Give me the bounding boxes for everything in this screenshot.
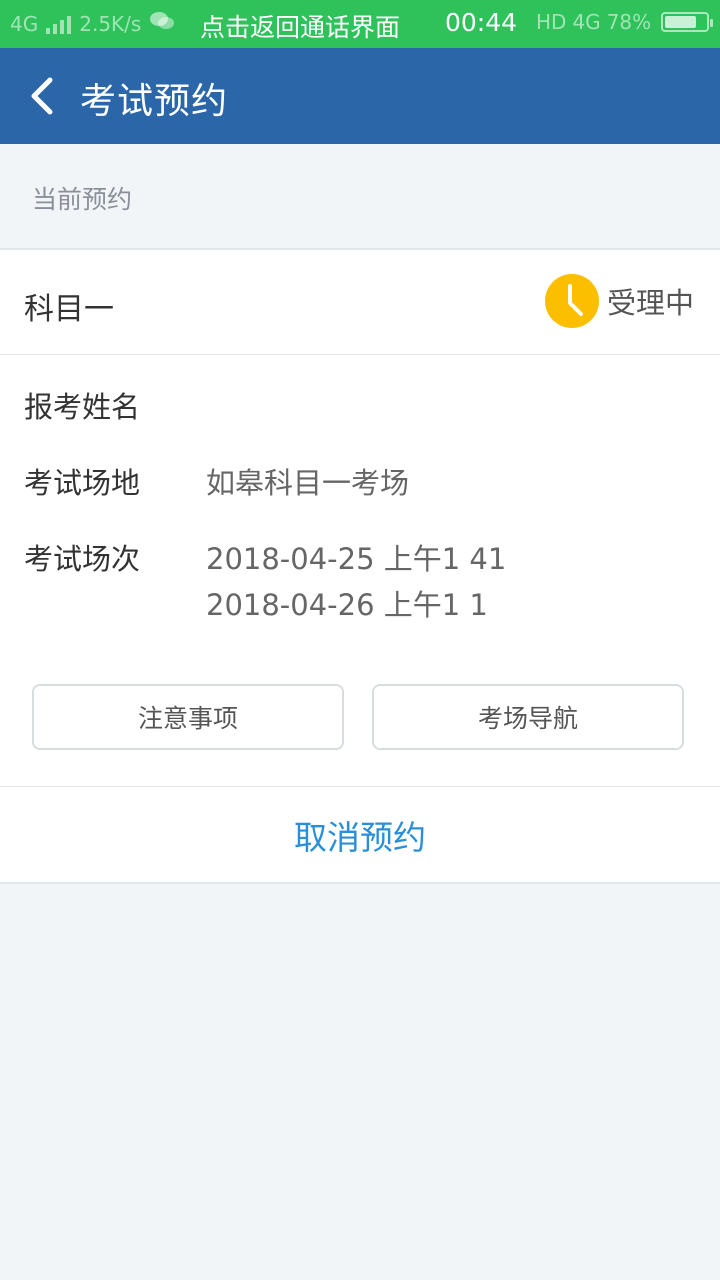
app-header: 考试预约 xyxy=(0,48,720,144)
status-indicator: 受理中 xyxy=(544,274,694,328)
clock-icon xyxy=(544,274,599,328)
status-bar: 4G 2.5K/s 点击返回通话界面 00:44 HD 4G 78% xyxy=(0,0,720,48)
call-return-notice[interactable]: 点击返回通话界面 xyxy=(200,8,400,44)
navigation-button[interactable]: 考场导航 xyxy=(372,684,684,750)
subject-title: 科目一 xyxy=(24,292,114,327)
signal-icon xyxy=(46,14,72,34)
notes-button[interactable]: 注意事项 xyxy=(32,684,344,750)
name-label: 报考姓名 xyxy=(24,390,141,424)
cancel-appointment-button[interactable]: 取消预约 xyxy=(0,787,720,883)
chevron-left-icon xyxy=(31,77,53,115)
status-right: HD 4G 78% xyxy=(536,10,714,34)
network-right-label: 4G xyxy=(572,10,601,34)
venue-label: 考试场地 xyxy=(24,466,141,500)
status-time: 00:44 xyxy=(445,8,518,37)
status-left: 4G 2.5K/s xyxy=(10,10,175,37)
page-title: 考试预约 xyxy=(80,81,229,122)
hd-label: HD xyxy=(536,10,567,34)
appointment-card: 科目一 受理中 报考姓名 考试场地 如皋科目一考场 考试场次 2018-04-2… xyxy=(0,248,720,884)
back-button[interactable] xyxy=(18,70,68,122)
battery-icon xyxy=(661,12,714,32)
status-badge: 受理中 xyxy=(606,286,694,320)
subject-row: 科目一 受理中 xyxy=(0,250,720,355)
network-speed: 2.5K/s xyxy=(79,11,142,36)
venue-value: 如皋科目一考场 xyxy=(206,466,410,500)
session-label: 考试场次 xyxy=(24,542,141,576)
section-label: 当前预约 xyxy=(32,185,133,214)
battery-percent: 78% xyxy=(606,10,652,34)
session-value: 2018-04-25 上午1 41 xyxy=(206,542,507,576)
network-label: 4G xyxy=(10,11,39,36)
session-value: 2018-04-26 上午1 1 xyxy=(206,588,488,622)
wechat-icon xyxy=(149,10,175,37)
